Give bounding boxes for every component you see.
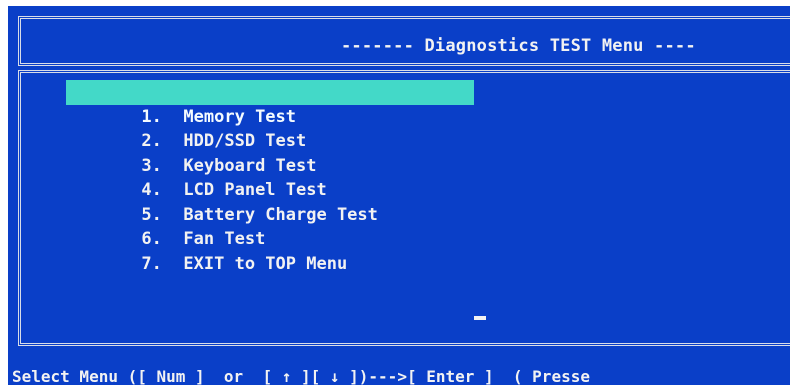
menu-item-fan-test[interactable]: 6. Fan Test [66,203,474,249]
menu-item-lcd-panel-test[interactable]: 4. LCD Panel Test [66,154,474,200]
menu-item-exit-to-top-menu[interactable]: 7. EXIT to TOP Menu [66,227,474,274]
bios-screen: ------- Diagnostics TEST Menu ---- 1. Mem… [8,6,790,385]
diagnostics-menu: 1. Memory Test 2. HDD/SSD Test 3. Keyboard … [66,80,474,274]
menu-item-battery-charge-test[interactable]: 5. Battery Charge Test [66,178,474,225]
status-bar: Select Menu ([ Num ] or [ ↑ ][ ↓ ])--->[… [12,367,590,385]
page-title: ------- Diagnostics TEST Menu ---- [341,36,696,56]
menu-item-memory-test[interactable]: 1. Memory Test [66,80,474,127]
text-cursor [474,316,486,320]
menu-item-keyboard-test[interactable]: 3. Keyboard Test [66,129,474,176]
menu-item-hdd-ssd-test[interactable]: 2. HDD/SSD Test [66,105,474,151]
menu-item-label: EXIT to TOP Menu [183,253,348,274]
menu-item-number: 7. [141,253,162,274]
